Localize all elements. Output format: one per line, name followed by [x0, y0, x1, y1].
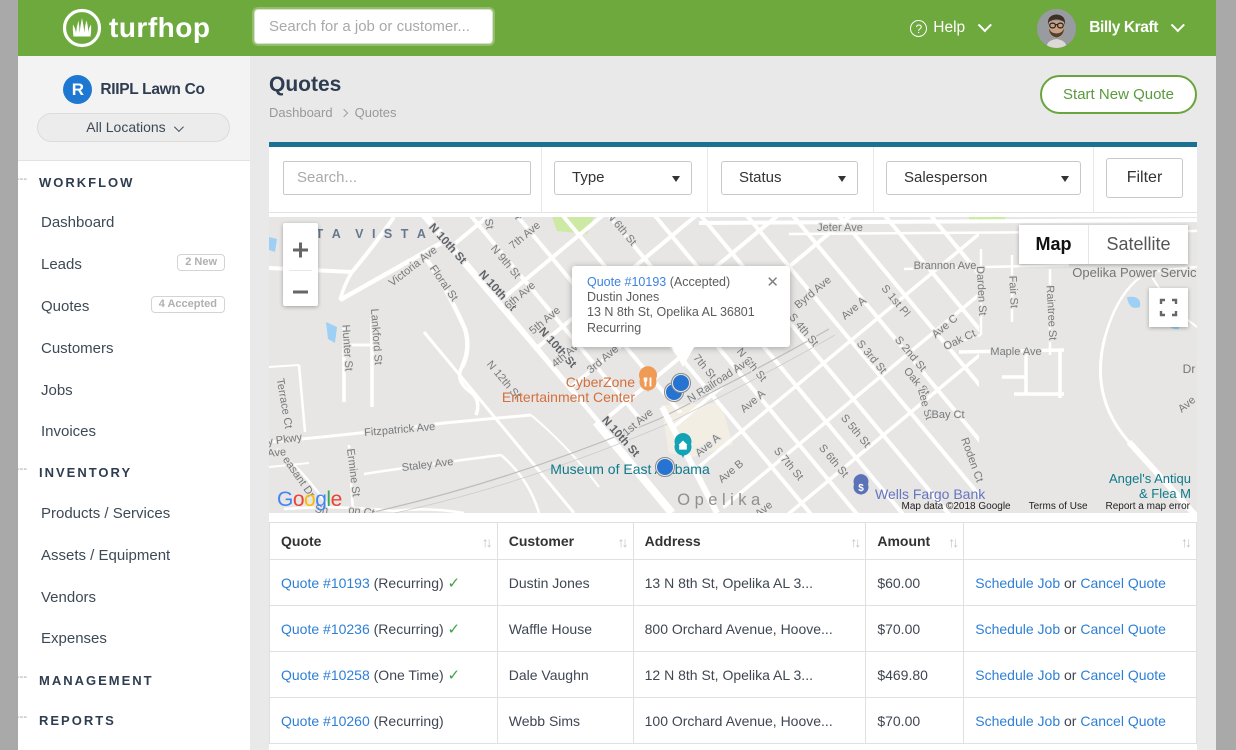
svg-text:T A V I S T A: T A V I S T A	[316, 227, 429, 241]
svg-text:Opelika: Opelika	[677, 491, 764, 509]
svg-text:Wells Fargo Bank: Wells Fargo Bank	[875, 486, 986, 502]
svg-text:Opelika Power Service: Opelika Power Service	[1072, 265, 1197, 280]
svg-text:Museum of East Alabama: Museum of East Alabama	[550, 461, 710, 477]
svg-text:Angel's Antiqu: Angel's Antiqu	[1109, 471, 1191, 486]
svg-text:Bay Ct: Bay Ct	[931, 409, 964, 421]
svg-text:Maple Ave: Maple Ave	[990, 346, 1041, 358]
svg-text:Entertainment Center: Entertainment Center	[502, 389, 635, 405]
svg-text:CyberZone: CyberZone	[566, 374, 635, 390]
svg-text:Brannon Ave: Brannon Ave	[914, 260, 977, 272]
svg-text:Dr: Dr	[1183, 362, 1196, 376]
svg-text:Jeter Ave: Jeter Ave	[817, 222, 863, 234]
svg-text:& Flea M: & Flea M	[1139, 486, 1191, 501]
svg-text:$: $	[858, 483, 864, 494]
svg-text:Fair St: Fair St	[1006, 275, 1020, 308]
